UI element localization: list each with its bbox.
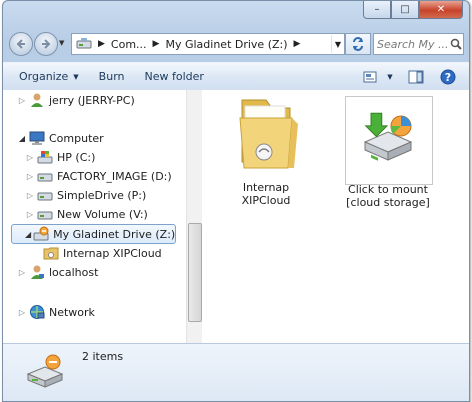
expand-arrow-icon[interactable]: ▷ [25,153,35,162]
mount-drive-icon [363,112,413,161]
file-item-internap-xipcloud[interactable]: Internap XIPCloud [218,96,314,207]
command-bar: Organize ▼ Burn New folder ▼ ? [3,62,469,91]
expand-arrow-icon[interactable]: ▷ [17,308,27,317]
collapse-arrow-icon[interactable]: ◢ [17,134,27,143]
tree-item-hp-c[interactable]: ▷ HP (C:) [25,148,95,166]
search-box[interactable] [373,33,464,55]
view-controls: ▼ ? [357,63,469,90]
tree-label: Network [49,305,95,319]
user-icon [29,92,45,108]
homegroup-user-icon [29,264,45,280]
explorer-window: – □ ✕ ▼ ▶ Com... ▶ My Gladinet Drive (Z:… [2,0,470,402]
address-row: ▼ ▶ Com... ▶ My Gladinet Drive (Z:) ▶ ▼ [9,31,464,57]
tree-item-gladinet-drive[interactable]: ◢ My Gladinet Drive (Z:) [11,224,176,244]
collapse-arrow-icon[interactable]: ◢ [25,230,31,239]
view-dropdown[interactable]: ▼ [383,63,397,90]
file-label-line2: XIPCloud [241,194,291,207]
tree-label: New Volume (V:) [57,207,148,221]
tree-label: Computer [49,131,104,145]
computer-icon [29,130,45,146]
tree-label: FACTORY_IMAGE (D:) [57,169,172,183]
recent-pages-dropdown[interactable]: ▼ [59,39,64,47]
navigation-pane: ▷ jerry (JERRY-PC) ◢ Computer ▷ HP (C:) … [3,90,202,343]
expand-arrow-icon[interactable]: ▷ [25,210,35,219]
address-bar[interactable]: ▶ Com... ▶ My Gladinet Drive (Z:) ▶ ▼ [71,33,345,55]
maximize-button[interactable]: □ [391,1,419,19]
file-label-line2: [cloud storage] [346,196,430,209]
file-label-line1: Internap [242,181,290,194]
back-arrow-icon [16,39,25,49]
expand-arrow-icon[interactable]: ▷ [17,268,27,277]
minimize-icon: – [374,4,380,15]
file-label-line1: Click to mount [348,183,428,196]
organize-button[interactable]: Organize ▼ [3,63,89,90]
drive-icon [37,187,53,203]
expand-arrow-icon[interactable]: ▷ [17,96,27,105]
tree-item-factory-image[interactable]: ▷ FACTORY_IMAGE (D:) [25,167,172,185]
refresh-button[interactable] [345,33,371,55]
help-button[interactable]: ? [435,63,461,90]
cloud-folder-icon [43,245,59,261]
expand-arrow-icon[interactable]: ▷ [25,172,35,181]
breadcrumb-gladinet-drive[interactable]: My Gladinet Drive (Z:) [165,38,287,51]
gladinet-drive-icon [33,226,49,242]
change-view-button[interactable] [357,63,383,90]
tree-label: jerry (JERRY-PC) [49,93,135,107]
tree-item-computer[interactable]: ◢ Computer [17,129,104,147]
scrollbar-thumb[interactable] [188,223,202,322]
caption-buttons: – □ ✕ [363,1,463,20]
maximize-icon: □ [400,4,410,15]
cloud-folder-icon [239,99,298,169]
view-icon [363,71,377,82]
file-list: Internap XIPCloud Click to mount [cloud … [202,90,469,343]
item-count: 2 items [82,350,124,363]
tree-label: HP (C:) [57,150,96,164]
refresh-icon [353,37,363,51]
tree-label: SimpleDrive (P:) [57,188,147,202]
breadcrumb-computer[interactable]: Com... [111,38,147,51]
drive-icon [37,168,53,184]
tree-item-new-volume[interactable]: ▷ New Volume (V:) [25,205,148,223]
tree-item-internap-xipcloud[interactable]: Internap XIPCloud [43,244,162,262]
drive-icon [76,38,92,49]
navigation-scrollbar[interactable] [186,90,202,343]
network-icon [29,304,45,320]
details-pane: 2 items [3,343,469,401]
gladinet-drive-icon [26,354,64,388]
back-button[interactable] [9,32,33,56]
breadcrumb-separator: ▶ [98,39,105,49]
breadcrumb-separator[interactable]: ▶ [153,39,160,49]
address-dropdown[interactable]: ▼ [331,35,344,53]
chevron-down-icon: ▼ [73,72,79,81]
close-button[interactable]: ✕ [419,1,463,19]
close-icon: ✕ [436,4,446,15]
tree-label: localhost [49,265,99,279]
burn-label: Burn [98,70,125,83]
tree-item-localhost[interactable]: ▷ localhost [17,263,98,281]
organize-label: Organize [19,70,69,83]
drive-icon [37,206,53,222]
forward-button[interactable] [34,32,58,56]
preview-pane-button[interactable] [403,63,429,90]
expand-arrow-icon[interactable]: ▷ [25,191,35,200]
svg-text:?: ? [445,71,451,84]
burn-button[interactable]: Burn [89,63,135,90]
tree-item-network[interactable]: ▷ Network [17,303,95,321]
tree-label: My Gladinet Drive (Z:) [53,227,176,241]
search-input[interactable] [374,37,450,51]
new-folder-label: New folder [144,70,204,83]
tree-item-jerry[interactable]: ▷ jerry (JERRY-PC) [17,91,135,109]
forward-arrow-icon [42,39,51,49]
breadcrumb-separator[interactable]: ▶ [294,39,301,49]
new-folder-button[interactable]: New folder [135,63,214,90]
tree-label: Internap XIPCloud [63,246,162,260]
preview-pane-icon [408,70,424,83]
minimize-button[interactable]: – [363,1,391,19]
tree-item-simpledrive[interactable]: ▷ SimpleDrive (P:) [25,186,146,204]
windows-drive-icon [37,149,53,165]
file-item-click-to-mount[interactable]: Click to mount [cloud storage] [340,106,436,209]
search-icon[interactable] [450,38,462,50]
help-icon: ? [440,69,456,84]
